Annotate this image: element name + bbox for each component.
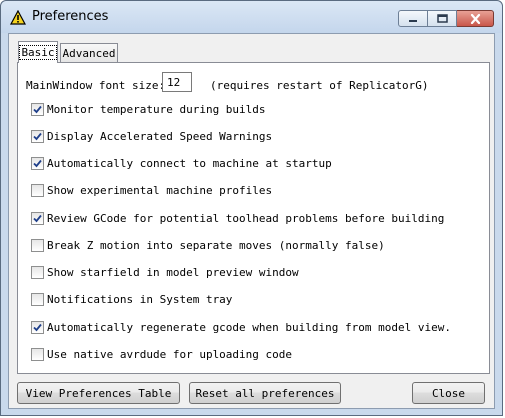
preferences-window: Preferences Basic Advanced MainWindow fo [0, 0, 503, 416]
checkmark-icon [33, 323, 42, 332]
close-button[interactable]: Close [412, 382, 485, 404]
option-accelerated-speed-warnings[interactable]: Display Accelerated Speed Warnings [31, 129, 272, 144]
checkbox[interactable] [31, 157, 44, 170]
option-native-avrdude[interactable]: Use native avrdude for uploading code [31, 347, 292, 362]
option-starfield-preview[interactable]: Show starfield in model preview window [31, 265, 299, 280]
checkbox[interactable] [31, 239, 44, 252]
checkbox[interactable] [31, 293, 44, 306]
checkmark-icon [33, 132, 42, 141]
checkmark-icon [33, 105, 42, 114]
checkbox[interactable] [31, 348, 44, 361]
option-review-gcode[interactable]: Review GCode for potential toolhead prob… [31, 211, 444, 226]
option-label: Show experimental machine profiles [47, 184, 273, 197]
minimize-button[interactable] [398, 10, 428, 27]
checkmark-icon [33, 214, 42, 223]
checkbox[interactable] [31, 266, 44, 279]
font-size-input[interactable] [162, 72, 192, 92]
option-regenerate-gcode[interactable]: Automatically regenerate gcode when buil… [31, 320, 451, 335]
view-preferences-table-button[interactable]: View Preferences Table [17, 382, 180, 404]
close-icon [470, 13, 480, 24]
tab-basic[interactable]: Basic [18, 41, 58, 63]
minimize-icon [409, 19, 417, 22]
option-label: Automatically connect to machine at star… [47, 157, 332, 170]
tab-basic-label: Basic [19, 45, 57, 60]
option-label: Review GCode for potential toolhead prob… [47, 212, 445, 225]
basic-tab-panel: MainWindow font size: (requires restart … [17, 62, 490, 374]
window-title: Preferences [32, 9, 109, 24]
option-label: Automatically regenerate gcode when buil… [47, 321, 451, 334]
option-auto-connect[interactable]: Automatically connect to machine at star… [31, 156, 332, 171]
option-experimental-profiles[interactable]: Show experimental machine profiles [31, 183, 272, 198]
option-monitor-temperature[interactable]: Monitor temperature during builds [31, 102, 266, 117]
tab-advanced[interactable]: Advanced [60, 43, 118, 63]
reset-all-preferences-button[interactable]: Reset all preferences [189, 382, 341, 404]
option-system-tray-notifications[interactable]: Notifications in System tray [31, 292, 232, 307]
checkbox[interactable] [31, 184, 44, 197]
checkbox[interactable] [31, 321, 44, 334]
option-label: Show starfield in model preview window [47, 266, 299, 279]
option-label: Break Z motion into separate moves (norm… [47, 239, 385, 252]
window-close-button[interactable] [457, 10, 494, 27]
checkbox[interactable] [31, 130, 44, 143]
font-size-note: (requires restart of ReplicatorG) [210, 79, 429, 92]
tab-advanced-label: Advanced [62, 47, 116, 60]
maximize-icon [436, 14, 448, 23]
maximize-button[interactable] [428, 10, 457, 27]
checkbox[interactable] [31, 212, 44, 225]
option-label: Monitor temperature during builds [47, 103, 266, 116]
title-bar[interactable]: Preferences [1, 1, 502, 33]
option-break-z-motion[interactable]: Break Z motion into separate moves (norm… [31, 238, 385, 253]
warning-triangle-icon [10, 10, 26, 25]
option-label: Display Accelerated Speed Warnings [47, 130, 273, 143]
checkbox[interactable] [31, 103, 44, 116]
option-label: Use native avrdude for uploading code [47, 348, 293, 361]
font-size-label: MainWindow font size: [26, 79, 166, 92]
option-label: Notifications in System tray [47, 293, 233, 306]
dialog-content: Basic Advanced MainWindow font size: (re… [8, 33, 495, 409]
checkmark-icon [33, 159, 42, 168]
